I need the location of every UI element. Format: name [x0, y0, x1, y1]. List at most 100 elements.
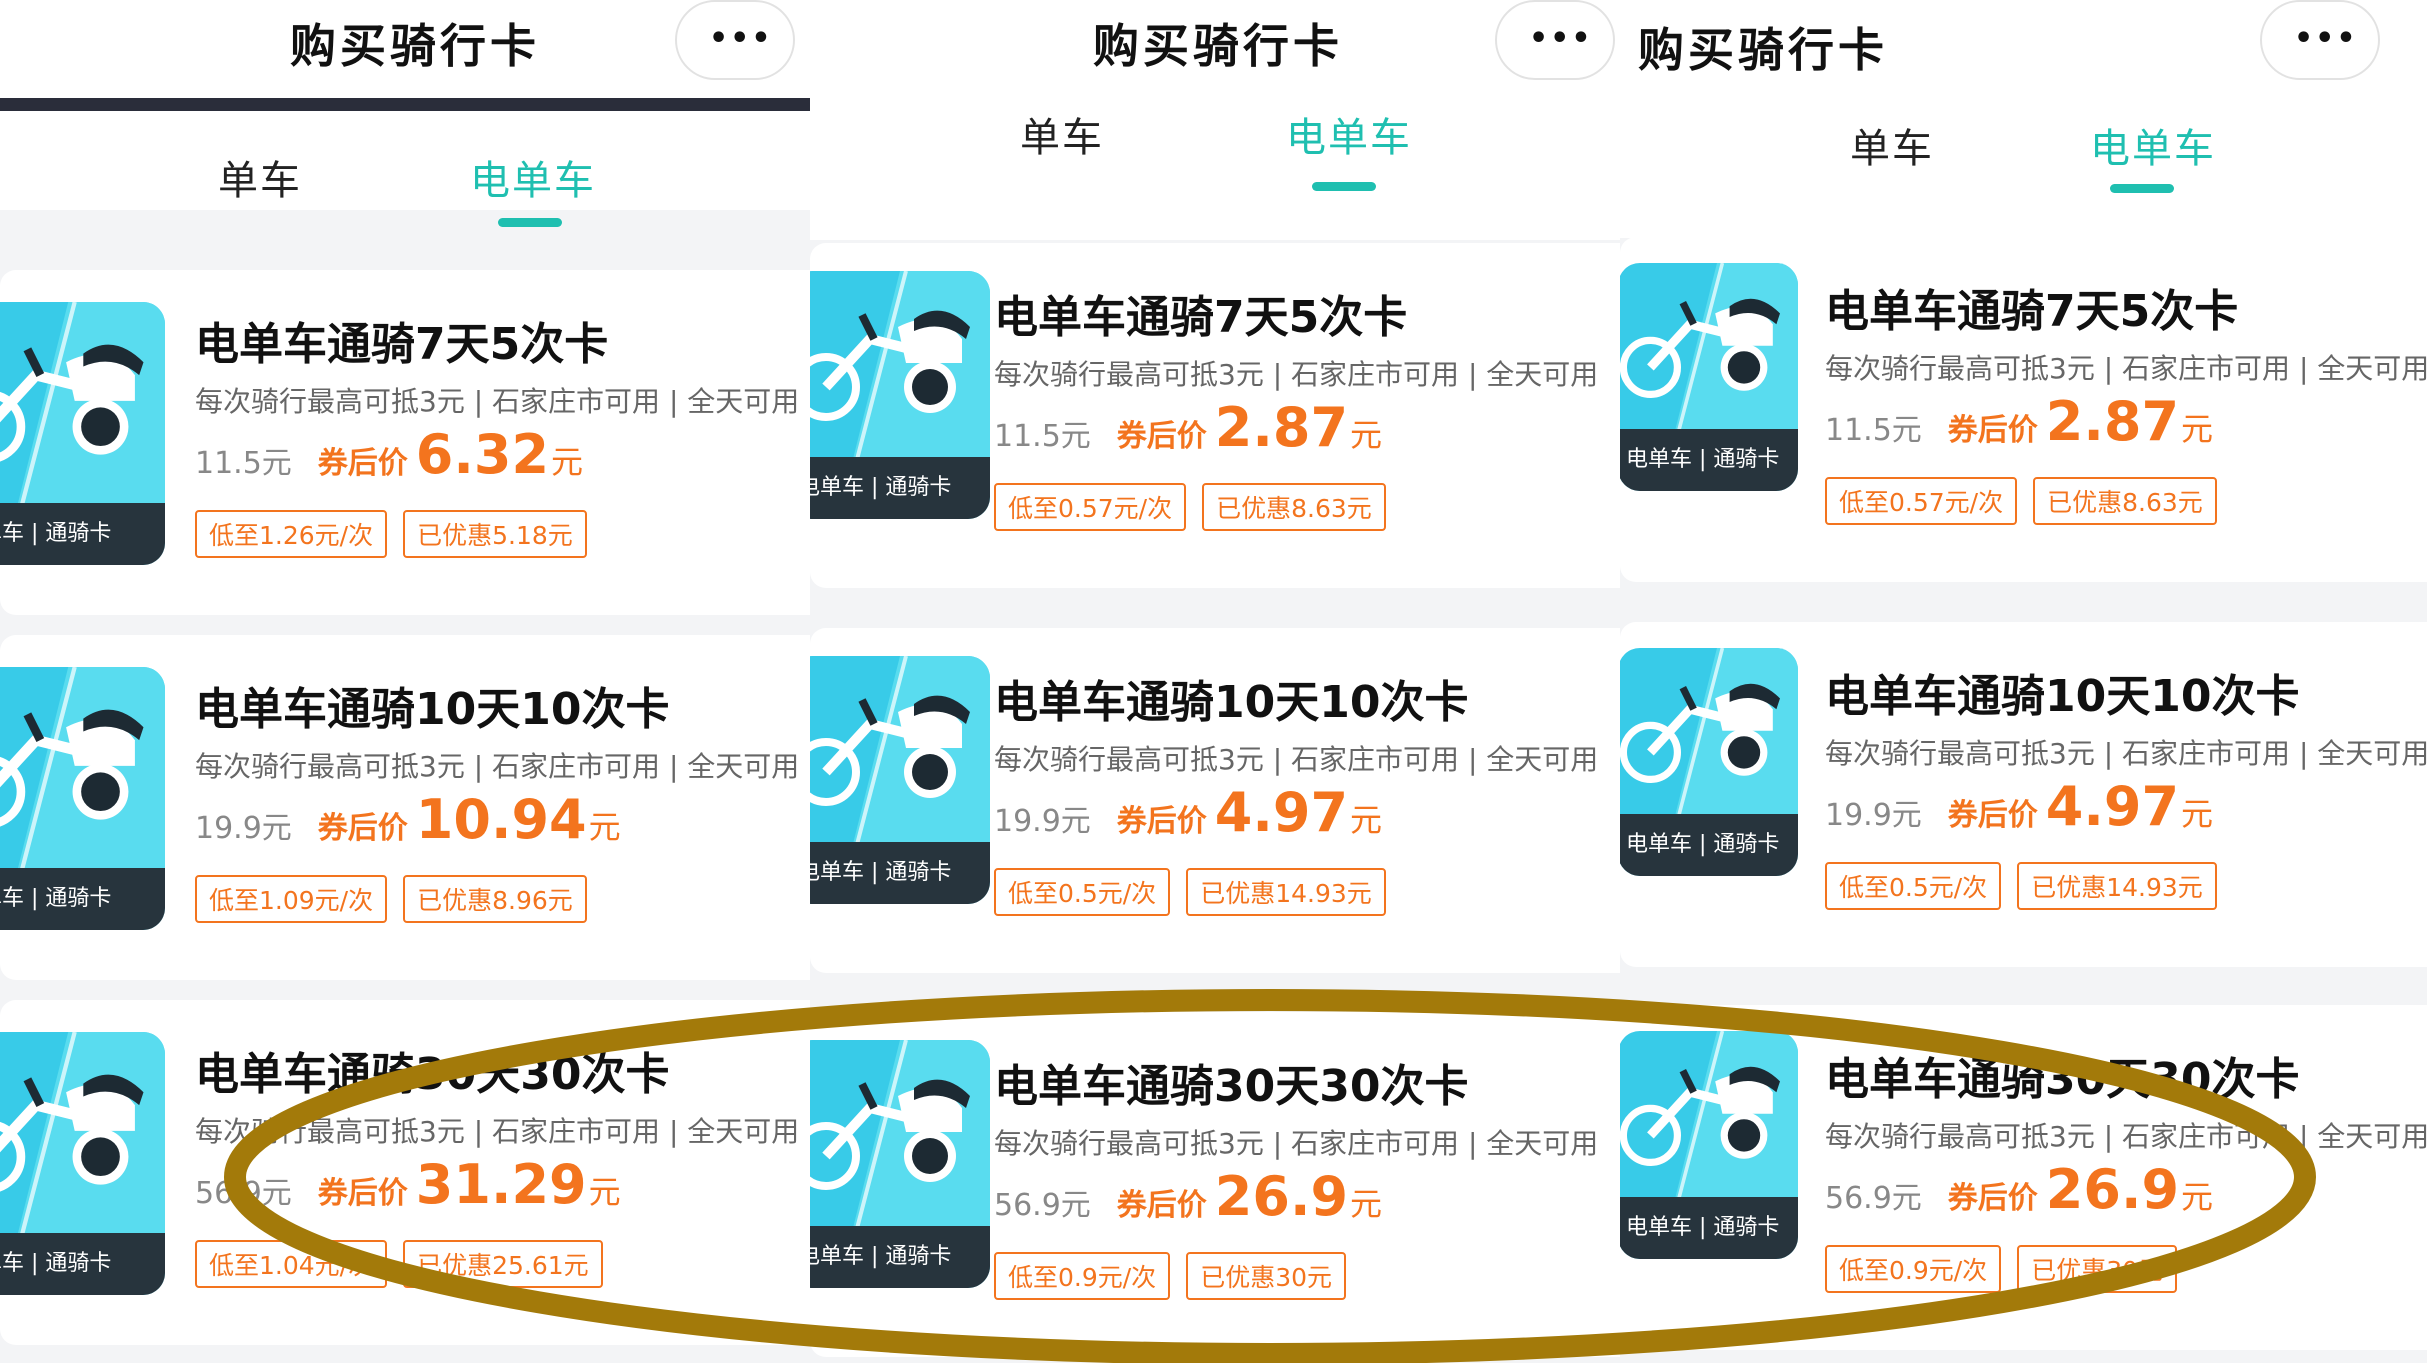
ride-card[interactable]: 电单车 | 通骑卡 电单车通骑7天5次卡每次骑行最高可抵3元 | 石家庄市可用 |…	[810, 243, 1620, 588]
price-unit: 元	[2181, 795, 2214, 833]
tag-row: 低至1.26元/次 已优惠5.18元	[195, 510, 603, 558]
tag-row: 低至0.5元/次 已优惠14.93元	[994, 868, 1402, 916]
tag-row: 低至0.5元/次 已优惠14.93元	[1825, 862, 2233, 910]
thumbnail-label: 电单车 | 通骑卡	[0, 503, 165, 565]
saved-tag: 已优惠30元	[2017, 1245, 2177, 1293]
card-title: 电单车通骑30天30次卡	[1825, 1054, 2300, 1105]
ride-card[interactable]: 电单车 | 通骑卡 电单车通骑30天30次卡每次骑行最高可抵3元 | 石家庄市可用…	[0, 1000, 810, 1345]
per-ride-tag: 低至0.57元/次	[994, 483, 1187, 531]
tab-bike[interactable]: 单车	[1850, 116, 1934, 174]
price-row: 11.5元 券后价 6.32 元	[195, 423, 583, 486]
card-thumbnail: 电单车 | 通骑卡	[1620, 263, 1798, 491]
card-title: 电单车通骑30天30次卡	[994, 1061, 1469, 1112]
price-row: 56.9元 券后价 26.9 元	[1825, 1158, 2213, 1221]
card-title: 电单车通骑7天5次卡	[195, 319, 609, 370]
per-ride-tag: 低至0.5元/次	[994, 868, 1171, 916]
more-menu-button[interactable]: •••	[675, 0, 795, 80]
tag-row: 低至1.09元/次 已优惠8.96元	[195, 875, 603, 923]
card-description: 每次骑行最高可抵3元 | 石家庄市可用 | 全天可用	[195, 385, 800, 418]
header: 购买骑行卡 ••• 单车 电单车	[810, 0, 1620, 240]
ride-card[interactable]: 电单车 | 通骑卡 电单车通骑10天10次卡每次骑行最高可抵3元 | 石家庄市可用…	[1620, 622, 2427, 967]
per-ride-tag: 低至1.26元/次	[195, 510, 388, 558]
card-description: 每次骑行最高可抵3元 | 石家庄市可用 | 全天可用	[1825, 737, 2427, 770]
saved-tag: 已优惠8.63元	[2033, 477, 2217, 525]
card-title: 电单车通骑7天5次卡	[994, 292, 1408, 343]
card-thumbnail: 电单车 | 通骑卡	[810, 1040, 990, 1288]
thumbnail-label: 电单车 | 通骑卡	[810, 1226, 990, 1288]
card-thumbnail: 电单车 | 通骑卡	[1620, 1031, 1798, 1259]
discount-price-value: 26.9	[2045, 1158, 2180, 1221]
price-unit: 元	[1350, 1185, 1383, 1223]
ride-card[interactable]: 电单车 | 通骑卡 电单车通骑30天30次卡每次骑行最高可抵3元 | 石家庄市可用…	[810, 1012, 1620, 1357]
header: 购买骑行卡 ••• 单车 电单车	[1620, 0, 2427, 238]
card-description: 每次骑行最高可抵3元 | 石家庄市可用 | 全天可用	[994, 1127, 1599, 1160]
active-tab-indicator	[498, 218, 562, 227]
card-description: 每次骑行最高可抵3元 | 石家庄市可用 | 全天可用	[1825, 1120, 2427, 1153]
page-title: 购买骑行卡	[1638, 23, 1888, 77]
original-price: 56.9元	[195, 1176, 292, 1211]
tag-row: 低至0.57元/次 已优惠8.63元	[994, 483, 1402, 531]
discount-price-value: 31.29	[415, 1153, 587, 1216]
thumbnail-label: 电单车 | 通骑卡	[1620, 814, 1798, 876]
more-menu-button[interactable]: •••	[2260, 0, 2380, 80]
discount-price-value: 26.9	[1214, 1165, 1349, 1228]
ride-card[interactable]: 电单车 | 通骑卡 电单车通骑10天10次卡每次骑行最高可抵3元 | 石家庄市可用…	[0, 635, 810, 980]
ride-card-panel: 购买骑行卡 ••• 单车 电单车电单车 | 通骑卡 电单车通骑7天5次卡每次骑行最高可抵…	[1620, 0, 2427, 1363]
price-row: 19.9元 券后价 4.97 元	[1825, 775, 2213, 838]
tab-ebike[interactable]: 电单车	[1286, 105, 1412, 163]
header: 购买骑行卡 ••• 单车 电单车	[0, 0, 810, 227]
price-row: 19.9元 券后价 10.94 元	[195, 788, 621, 851]
discount-price-label: 券后价	[1947, 413, 2038, 448]
discount-price-label: 券后价	[317, 1176, 408, 1211]
original-price: 11.5元	[1825, 413, 1922, 448]
discount-price-label: 券后价	[1116, 419, 1207, 454]
saved-tag: 已优惠25.61元	[403, 1240, 603, 1288]
card-title: 电单车通骑7天5次卡	[1825, 286, 2239, 337]
active-tab-indicator	[2110, 184, 2174, 193]
discount-price-label: 券后价	[317, 446, 408, 481]
discount-price-label: 券后价	[317, 811, 408, 846]
card-description: 每次骑行最高可抵3元 | 石家庄市可用 | 全天可用	[195, 1115, 800, 1148]
tag-row: 低至0.9元/次 已优惠30元	[1825, 1245, 2193, 1293]
thumbnail-label: 电单车 | 通骑卡	[0, 868, 165, 930]
card-thumbnail: 电单车 | 通骑卡	[810, 271, 990, 519]
ride-card[interactable]: 电单车 | 通骑卡 电单车通骑7天5次卡每次骑行最高可抵3元 | 石家庄市可用 |…	[0, 270, 810, 615]
card-thumbnail: 电单车 | 通骑卡	[1620, 648, 1798, 876]
card-description: 每次骑行最高可抵3元 | 石家庄市可用 | 全天可用	[1825, 352, 2427, 385]
tag-row: 低至1.04元/次 已优惠25.61元	[195, 1240, 619, 1288]
card-title: 电单车通骑10天10次卡	[1825, 671, 2300, 722]
price-unit: 元	[1350, 801, 1383, 839]
ride-card[interactable]: 电单车 | 通骑卡 电单车通骑7天5次卡每次骑行最高可抵3元 | 石家庄市可用 |…	[1620, 237, 2427, 582]
price-row: 11.5元 券后价 2.87 元	[994, 396, 1382, 459]
ride-card-panel: 购买骑行卡 ••• 单车 电单车电单车 | 通骑卡 电单车通骑7天5次卡每次骑行最高可抵…	[0, 0, 810, 1363]
more-icon: •••	[709, 21, 773, 56]
saved-tag: 已优惠5.18元	[403, 510, 587, 558]
more-menu-button[interactable]: •••	[1495, 0, 1615, 80]
discount-price-label: 券后价	[1116, 1188, 1207, 1223]
tab-bike[interactable]: 单车	[1020, 105, 1104, 163]
page-title: 购买骑行卡	[1093, 19, 1343, 73]
card-description: 每次骑行最高可抵3元 | 石家庄市可用 | 全天可用	[994, 743, 1599, 776]
tag-row: 低至0.9元/次 已优惠30元	[994, 1252, 1362, 1300]
saved-tag: 已优惠8.96元	[403, 875, 587, 923]
ride-card[interactable]: 电单车 | 通骑卡 电单车通骑10天10次卡每次骑行最高可抵3元 | 石家庄市可用…	[810, 628, 1620, 973]
saved-tag: 已优惠14.93元	[2017, 862, 2217, 910]
tab-bike[interactable]: 单车	[218, 148, 302, 206]
per-ride-tag: 低至0.5元/次	[1825, 862, 2002, 910]
card-title: 电单车通骑30天30次卡	[195, 1049, 670, 1100]
discount-price-value: 10.94	[415, 788, 587, 851]
discount-price-label: 券后价	[1116, 804, 1207, 839]
discount-price-label: 券后价	[1947, 1181, 2038, 1216]
more-icon: •••	[2294, 21, 2358, 56]
card-title: 电单车通骑10天10次卡	[994, 677, 1469, 728]
price-row: 56.9元 券后价 26.9 元	[994, 1165, 1382, 1228]
discount-price-value: 2.87	[1214, 396, 1349, 459]
card-thumbnail: 电单车 | 通骑卡	[0, 302, 165, 565]
price-row: 11.5元 券后价 2.87 元	[1825, 390, 2213, 453]
discount-price-value: 6.32	[415, 423, 550, 486]
ride-card[interactable]: 电单车 | 通骑卡 电单车通骑30天30次卡每次骑行最高可抵3元 | 石家庄市可用…	[1620, 1005, 2427, 1350]
tab-ebike[interactable]: 电单车	[2090, 116, 2216, 174]
original-price: 19.9元	[195, 811, 292, 846]
per-ride-tag: 低至0.9元/次	[994, 1252, 1171, 1300]
tab-ebike[interactable]: 电单车	[470, 148, 596, 206]
